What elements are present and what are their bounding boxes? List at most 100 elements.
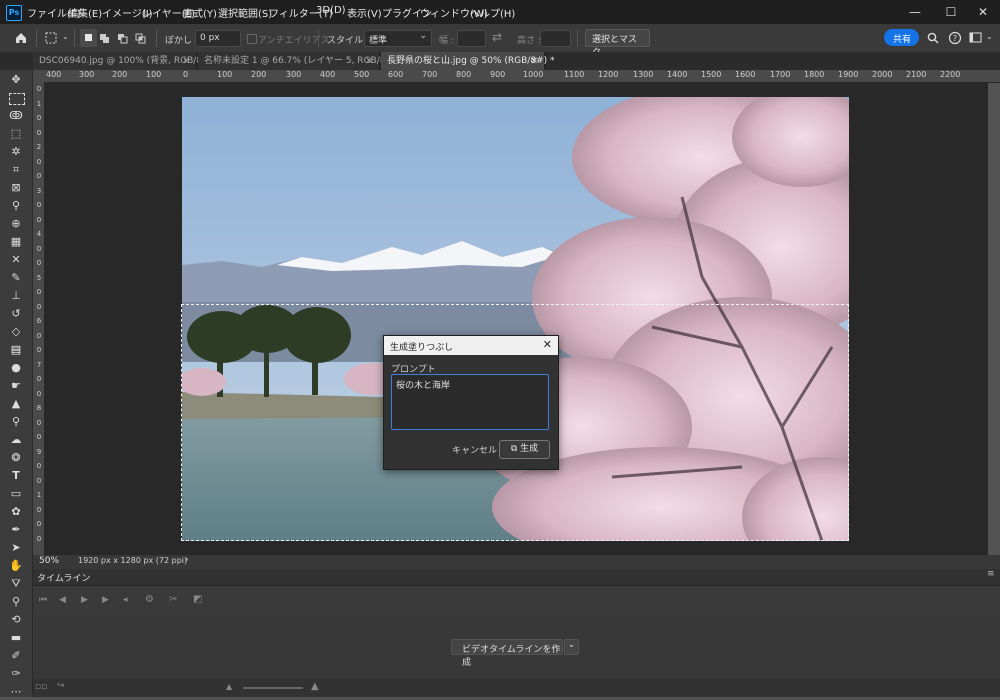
clone-stamp-tool-icon[interactable]: ⊥ (6, 288, 26, 304)
generate-button[interactable]: ⧉ 生成 (499, 440, 550, 459)
create-video-timeline-button[interactable]: ビデオタイムラインを作成 (451, 639, 563, 668)
more-tools-icon[interactable]: ⋯ (6, 684, 26, 700)
panel-menu-icon[interactable]: ≡ (987, 569, 995, 579)
split-scissors-icon[interactable]: ✂ (169, 594, 177, 605)
object-selection-tool-icon[interactable]: ⬚ (6, 126, 26, 142)
menu-select[interactable]: 選択範囲(S) (218, 5, 272, 20)
tab-dsc06940[interactable]: DSC06940.jpg @ 100% (背景, RGB/8) * × (33, 52, 213, 70)
external-link-icon: ⧉ (510, 444, 518, 454)
render-icon[interactable]: ↪ (57, 681, 65, 691)
burn-tool-icon[interactable]: ☁ (6, 432, 26, 448)
width-input[interactable] (457, 30, 486, 47)
zoom-out-icon[interactable]: ▲ (226, 682, 232, 691)
add-selection-icon[interactable] (99, 33, 111, 45)
convert-frame-icon[interactable]: ▫▫ (35, 682, 47, 692)
intersect-selection-icon[interactable] (135, 33, 147, 45)
crop-tool-icon[interactable]: ⌗ (6, 162, 26, 178)
brush-tool-icon[interactable]: ✎ (6, 270, 26, 286)
go-to-first-frame-icon[interactable]: ⏮ (39, 595, 47, 605)
height-label: 高さ : (517, 36, 541, 46)
dialog-titlebar[interactable]: 生成塗りつぶし ✕ (384, 336, 558, 355)
select-and-mask-button[interactable]: 選択とマスク... (585, 29, 650, 58)
tab-timeline[interactable]: タイムライン (37, 571, 90, 584)
subtract-selection-icon[interactable] (117, 33, 129, 45)
sponge-tool-icon[interactable]: ❂ (6, 450, 26, 466)
close-icon[interactable]: ✕ (543, 338, 552, 351)
path-selection-tool-icon[interactable]: ➤ (6, 540, 26, 556)
chevron-down-icon[interactable]: ⌄ (564, 639, 579, 655)
next-frame-icon[interactable]: ▶ (102, 595, 109, 605)
marquee-tool-preset-icon[interactable] (44, 31, 58, 45)
rotate-view-tool-icon[interactable]: ⟲ (6, 612, 26, 628)
share-button[interactable]: 共有 (884, 29, 919, 46)
ruler-tick: 5 (36, 273, 42, 282)
menu-view[interactable]: 表示(V) (347, 5, 382, 20)
sharpen-tool-icon[interactable]: ▲ (6, 396, 26, 412)
antialias-checkbox[interactable] (247, 34, 257, 44)
hand-tool-icon[interactable]: ✋ (6, 558, 26, 574)
type-tool-icon[interactable]: T (6, 468, 26, 484)
menu-type[interactable]: 書式(Y) (183, 5, 217, 20)
menu-3d[interactable]: 3D(D) (316, 5, 346, 16)
search-icon[interactable] (927, 32, 939, 44)
ruler-tool-icon[interactable]: ▬ (6, 630, 26, 646)
timeline-panel-header: タイムライン ≡ (33, 569, 1000, 586)
history-brush-tool-icon[interactable]: ↺ (6, 306, 26, 322)
patch-tool-icon[interactable]: ▦ (6, 234, 26, 250)
menu-edit[interactable]: 編集(E) (68, 5, 102, 20)
paint-bucket-tool-icon[interactable]: ⛛ (6, 576, 26, 592)
timeline-controls: ⏮ ◀ ▶ ▶ ◂ ⚙ ✂ ◩ (33, 586, 1000, 617)
spot-healing-tool-icon[interactable]: ⊕ (6, 216, 26, 232)
transition-icon[interactable]: ◩ (193, 594, 202, 605)
color-sampler-tool-icon[interactable]: ✑ (6, 666, 26, 682)
prompt-textarea[interactable]: 桜の木と海岸 (391, 374, 549, 430)
close-icon[interactable]: × (365, 52, 373, 70)
previous-frame-icon[interactable]: ◀ (59, 595, 66, 605)
height-input[interactable] (540, 30, 571, 47)
settings-gear-icon[interactable]: ⚙ (145, 594, 154, 605)
minimize-button[interactable]: — (898, 2, 932, 22)
help-icon[interactable]: ? (948, 31, 962, 45)
magic-wand-tool-icon[interactable]: ✲ (6, 144, 26, 160)
audio-icon[interactable]: ◂ (123, 595, 128, 605)
lasso-tool-icon[interactable]: ↂ (6, 108, 26, 124)
style-select[interactable]: 標準 ⌄ (364, 30, 432, 47)
home-icon[interactable] (14, 31, 28, 45)
chevron-right-icon[interactable]: › (185, 555, 189, 565)
eyedropper-tool-icon[interactable]: ⚲ (6, 198, 26, 214)
ruler-tick: 1700 (770, 70, 791, 79)
timeline-zoom-slider[interactable] (243, 687, 303, 689)
note-tool-icon[interactable]: ✐ (6, 648, 26, 664)
zoom-level[interactable]: 50% (39, 556, 59, 566)
close-icon[interactable]: × (182, 52, 190, 70)
move-tool-icon[interactable]: ✥ (6, 72, 26, 88)
blur-tool-icon[interactable]: ● (6, 360, 26, 376)
frame-tool-icon[interactable]: ⊠ (6, 180, 26, 196)
eraser-tool-icon[interactable]: ◇ (6, 324, 26, 340)
swap-dimensions-icon[interactable]: ⇄ (492, 30, 502, 44)
tab-untitled-1[interactable]: 名称未設定 1 @ 66.7% (レイヤー 5, RGB/8#) * × (198, 52, 404, 70)
smudge-tool-icon[interactable]: ☛ (6, 378, 26, 394)
zoom-tool-icon[interactable]: ⚲ (6, 594, 26, 610)
cancel-button[interactable]: キャンセル (452, 443, 497, 456)
new-selection-button[interactable] (80, 29, 97, 47)
dodge-tool-icon[interactable]: ⚲ (6, 414, 26, 430)
zoom-in-icon[interactable]: ▲ (311, 681, 319, 692)
rectangle-tool-icon[interactable]: ▭ (6, 486, 26, 502)
tab-nagano-sakura[interactable]: 長野県の桜と山.jpg @ 50% (RGB/8#) * × (381, 52, 554, 70)
feather-input[interactable]: 0 px (195, 30, 241, 47)
marquee-tool-icon[interactable] (9, 93, 25, 105)
gradient-tool-icon[interactable]: ▤ (6, 342, 26, 358)
document-info: 1920 px x 1280 px (72 ppi) (78, 556, 188, 565)
pen-tool-icon[interactable]: ✒ (6, 522, 26, 538)
chevron-down-icon[interactable]: ⌄ (62, 32, 69, 41)
maximize-button[interactable]: ☐ (934, 2, 968, 22)
content-aware-move-tool-icon[interactable]: ✕ (6, 252, 26, 268)
workspace-icon[interactable] (969, 32, 983, 44)
menu-help[interactable]: ヘルプ(H) (470, 5, 515, 20)
close-icon[interactable]: × (530, 52, 538, 70)
custom-shape-tool-icon[interactable]: ✿ (6, 504, 26, 520)
close-window-button[interactable]: ✕ (966, 2, 1000, 22)
play-icon[interactable]: ▶ (81, 595, 88, 605)
chevron-down-icon[interactable]: ⌄ (986, 32, 993, 41)
